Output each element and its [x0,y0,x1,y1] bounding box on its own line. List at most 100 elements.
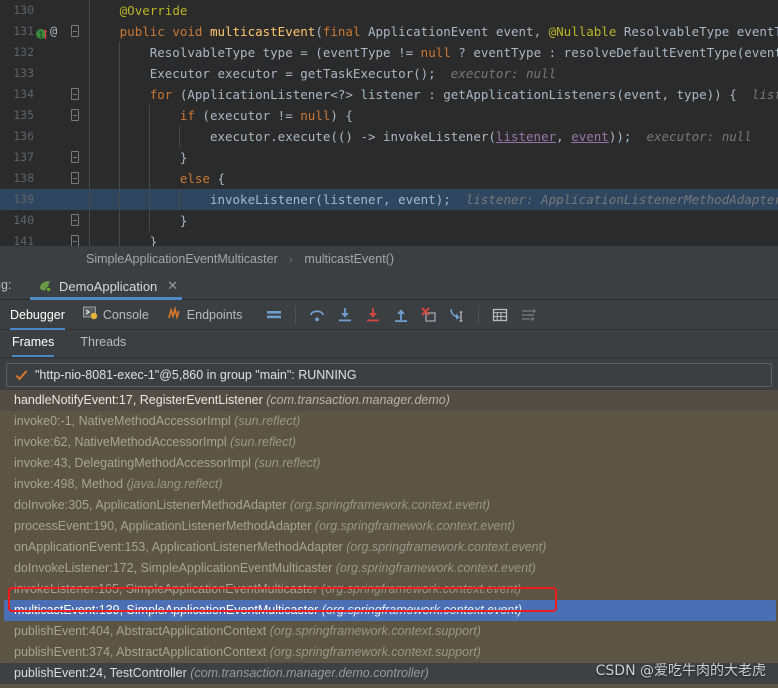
code-line[interactable]: 134 for (ApplicationListener<?> listener… [0,84,778,105]
fold-column[interactable] [68,63,82,84]
force-step-into-icon[interactable] [364,306,382,324]
frame-list-item[interactable]: invoke0:-1, NativeMethodAccessorImpl (su… [0,411,778,432]
code-line[interactable]: 133 Executor executor = getTaskExecutor(… [0,63,778,84]
frame-list-item[interactable]: onApplicationEvent:153, ApplicationListe… [0,537,778,558]
fold-column[interactable] [68,168,82,189]
line-gutter[interactable]: 136 [0,126,68,147]
close-icon[interactable]: ✕ [167,278,178,294]
frame-list-item[interactable]: multicastEvent:139, SimpleApplicationEve… [4,600,776,621]
frame-method: multicastEvent:139, SimpleApplicationEve… [14,603,319,617]
line-gutter[interactable]: 131 1 @ [0,21,68,42]
frame-list-item[interactable]: doInvoke:305, ApplicationListenerMethodA… [0,495,778,516]
frame-package: (org.springframework.context.event) [314,519,515,533]
code-line[interactable]: 141 } [0,231,778,246]
code-line[interactable]: 139 invokeListener(listener, event); lis… [0,189,778,210]
frame-method: invoke:62, NativeMethodAccessorImpl [14,435,227,449]
line-gutter[interactable]: 139 [0,189,68,210]
frame-package: (org.springframework.context.event) [289,498,490,512]
code-fold-icon[interactable] [71,109,79,121]
breadcrumb-method[interactable]: multicastEvent() [304,252,394,266]
override-marker-icon[interactable]: @ [50,24,63,39]
tab-debugger[interactable]: Debugger [10,300,65,330]
code-line[interactable]: 132 ResolvableType type = (eventType != … [0,42,778,63]
drop-frame-icon[interactable] [420,306,438,324]
thread-selector[interactable]: "http-nio-8081-exec-1"@5,860 in group "m… [6,363,772,387]
line-gutter[interactable]: 133 [0,63,68,84]
breadcrumb-class[interactable]: SimpleApplicationEventMulticaster [86,252,278,266]
step-out-icon[interactable] [392,306,410,324]
breakpoint-icon[interactable]: 1 [36,26,47,39]
frame-list-item[interactable]: invoke:43, DelegatingMethodAccessorImpl … [0,453,778,474]
evaluate-expression-icon[interactable] [491,306,509,324]
line-gutter[interactable]: 135 [0,105,68,126]
spring-boot-icon [38,279,53,293]
settings-icon[interactable] [519,306,537,324]
step-over-icon[interactable] [308,306,326,324]
code-line[interactable]: 130 @Override [0,0,778,21]
fold-column[interactable] [68,231,82,246]
code-fold-icon[interactable] [71,172,79,184]
step-into-icon[interactable] [336,306,354,324]
sub-tab-frames-label: Frames [12,335,55,349]
frame-package: (org.springframework.context.event) [321,603,522,617]
code-line[interactable]: 135 if (executor != null) { [0,105,778,126]
frame-method: invoke:498, Method [14,477,124,491]
frames-list[interactable]: handleNotifyEvent:17, RegisterEventListe… [0,390,778,688]
frame-list-item[interactable]: doInvokeListener:172, SimpleApplicationE… [0,558,778,579]
run-to-cursor-icon[interactable] [448,306,466,324]
code-fold-icon[interactable] [71,151,79,163]
run-tab-demoapplication[interactable]: DemoApplication ✕ [30,272,188,300]
fold-column[interactable] [68,42,82,63]
code-line[interactable]: 137 } [0,147,778,168]
line-gutter[interactable]: 137 [0,147,68,168]
sub-tab-threads[interactable]: Threads [80,329,126,357]
fold-column[interactable] [68,210,82,231]
fold-column[interactable] [68,21,82,42]
frame-list-item[interactable]: processEvent:190, ApplicationListenerMet… [0,516,778,537]
frame-list-item[interactable]: publishEvent:404, AbstractApplicationCon… [0,621,778,642]
mute-breakpoints-icon[interactable] [265,306,283,324]
line-number: 138 [13,171,34,185]
line-gutter[interactable]: 141 [0,231,68,246]
code-fold-icon[interactable] [71,88,79,100]
frame-list-item[interactable]: invoke:498, Method (java.lang.reflect) [0,474,778,495]
code-text: @Override [119,3,188,18]
breadcrumb[interactable]: SimpleApplicationEventMulticaster › mult… [0,246,778,272]
code-line[interactable]: 140 } [0,210,778,231]
sub-tab-frames[interactable]: Frames [12,329,55,357]
line-gutter[interactable]: 140 [0,210,68,231]
line-number: 136 [13,129,34,143]
frame-list-item[interactable]: invoke0:-1, NativeMethodAccessorImpl (su… [0,684,778,688]
fold-column[interactable] [68,126,82,147]
breadcrumb-separator-icon: › [289,254,293,266]
line-gutter[interactable]: 132 [0,42,68,63]
code-fold-icon[interactable] [71,214,79,226]
code-text: } [149,234,158,246]
frame-package: (org.springframework.context.support) [269,645,481,659]
frame-package: (sun.reflect) [234,414,301,428]
code-fold-icon[interactable] [71,235,79,246]
code-line[interactable]: 136 executor.execute(() -> invokeListene… [0,126,778,147]
fold-column[interactable] [68,84,82,105]
tab-endpoints[interactable]: Endpoints [167,300,242,330]
code-line[interactable]: 138 else { [0,168,778,189]
tab-console-label: Console [102,307,149,322]
line-gutter[interactable]: 130 [0,0,68,21]
tab-console[interactable]: Console [82,300,149,330]
code-editor[interactable]: 130 @Override 131 1 @ public void multicast… [0,0,778,246]
fold-column[interactable] [68,189,82,210]
line-number: 137 [13,150,34,164]
code-line[interactable]: 131 1 @ public void multicastEvent(final A… [0,21,778,42]
code-fold-icon[interactable] [71,25,79,37]
endpoints-icon [167,305,182,323]
fold-column[interactable] [68,105,82,126]
frame-list-item[interactable]: handleNotifyEvent:17, RegisterEventListe… [0,390,778,411]
fold-column[interactable] [68,147,82,168]
frame-list-item[interactable]: invoke:62, NativeMethodAccessorImpl (sun… [0,432,778,453]
line-gutter[interactable]: 138 [0,168,68,189]
line-gutter[interactable]: 134 [0,84,68,105]
code-text: else { [179,171,226,186]
frame-list-item[interactable]: invokeListener:165, SimpleApplicationEve… [0,579,778,600]
toolbar-divider [295,305,297,324]
fold-column[interactable] [68,0,82,21]
